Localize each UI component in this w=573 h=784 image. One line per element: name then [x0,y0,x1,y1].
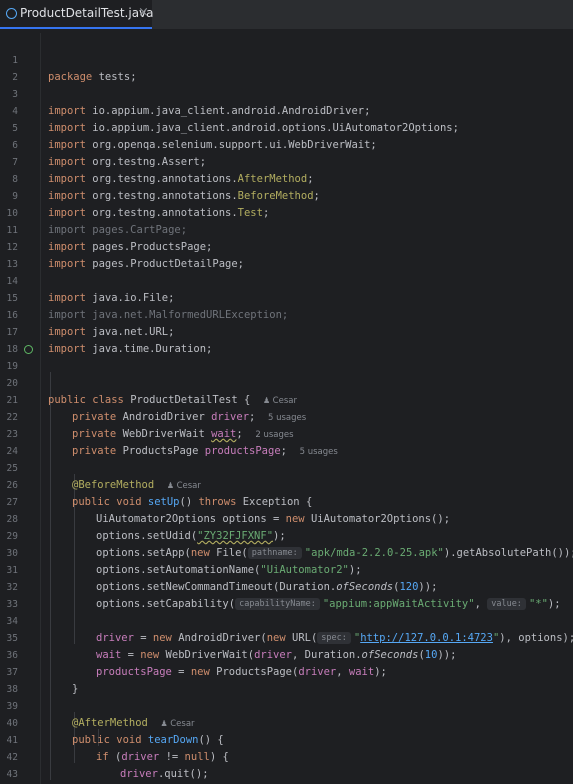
editor-tab-bar: ProductDetailTest.java × [0,0,573,30]
code-line: 26 public void setUp() throws Exception … [0,460,573,508]
close-tab-icon[interactable]: × [138,5,149,20]
code-line: 34 driver = new AndroidDriver(new URL(sp… [0,596,573,644]
code-line: 12 import pages.ProductDetailPage; [0,222,573,270]
code-line: 27 UiAutomator2Options options = new UiA… [0,477,573,525]
code-line: 11 import pages.ProductsPage; [0,205,573,253]
code-line: 14 import java.io.File; [0,256,573,304]
code-line: 9 import org.testng.annotations.Test; [0,171,573,219]
code-line: 44 } [0,766,573,783]
code-line: 31 options.setNewCommandTimeout(Duration… [0,545,573,593]
code-line: 16 import java.net.URL; [0,290,573,338]
code-line: 28 options.setUdid("ZY32FJFXNF"); [0,494,573,542]
code-line: 40 public void tearDown() { [0,698,573,746]
code-line: 22 private WebDriverWait wait; 2 usages [0,392,573,440]
code-line: 17 import java.time.Duration; [0,307,573,355]
code-line: 32 options.setCapability(capabilityName:… [0,562,573,610]
tab-product-detail-test[interactable]: ProductDetailTest.java × [0,0,154,29]
code-line: 39 @AfterMethod ♟ Cesar [0,681,573,729]
code-line: 30 options.setAutomationName("UiAutomato… [0,528,573,576]
code-line: 10 import pages.CartPage; [0,188,573,236]
code-line: 21 private AndroidDriver driver; 5 usage… [0,375,573,423]
code-line: 18 [0,324,573,355]
code-line: 13 [0,239,573,270]
code-line: 33 [0,579,573,610]
code-line: 6 import org.testng.Assert; [0,120,573,168]
run-test-icon[interactable] [24,345,33,354]
code-line: 8 import org.testng.annotations.BeforeMe… [0,154,573,202]
tab-filename: ProductDetailTest.java [20,6,154,20]
code-line: 23 private ProductsPage productsPage; 5 … [0,409,573,457]
code-line: 15 import java.net.MalformedURLException… [0,273,573,321]
code-line: 1 package tests; [0,35,573,83]
code-line: 42 driver.quit(); [0,732,573,780]
code-line: 38 [0,664,573,695]
code-line: 43 } [0,749,573,780]
code-line: 5 import org.openqa.selenium.support.ui.… [0,103,573,151]
java-class-icon [6,8,17,19]
code-line: 35 wait = new WebDriverWait(driver, Dura… [0,613,573,661]
code-line: 20 [0,358,573,389]
code-line: 4 import io.appium.java_client.android.o… [0,86,573,134]
code-line: 2 [0,52,573,83]
code-line: 25 @BeforeMethod ♟ Cesar [0,443,573,491]
code-line: 7 import org.testng.annotations.AfterMet… [0,137,573,185]
code-line: 37 } [0,647,573,695]
code-editor[interactable]: 1 package tests; 2 3 import io.appium.ja… [0,33,573,784]
code-line: 19 public class ProductDetailTest { ♟ Ce… [0,341,573,406]
code-line: 24 [0,426,573,457]
code-line: 3 import io.appium.java_client.android.A… [0,69,573,117]
code-line: 29 options.setApp(new File(pathname: "apk… [0,511,573,559]
code-line: 41 if (driver != null) { [0,715,573,763]
code-line: 36 productsPage = new ProductsPage(drive… [0,630,573,678]
